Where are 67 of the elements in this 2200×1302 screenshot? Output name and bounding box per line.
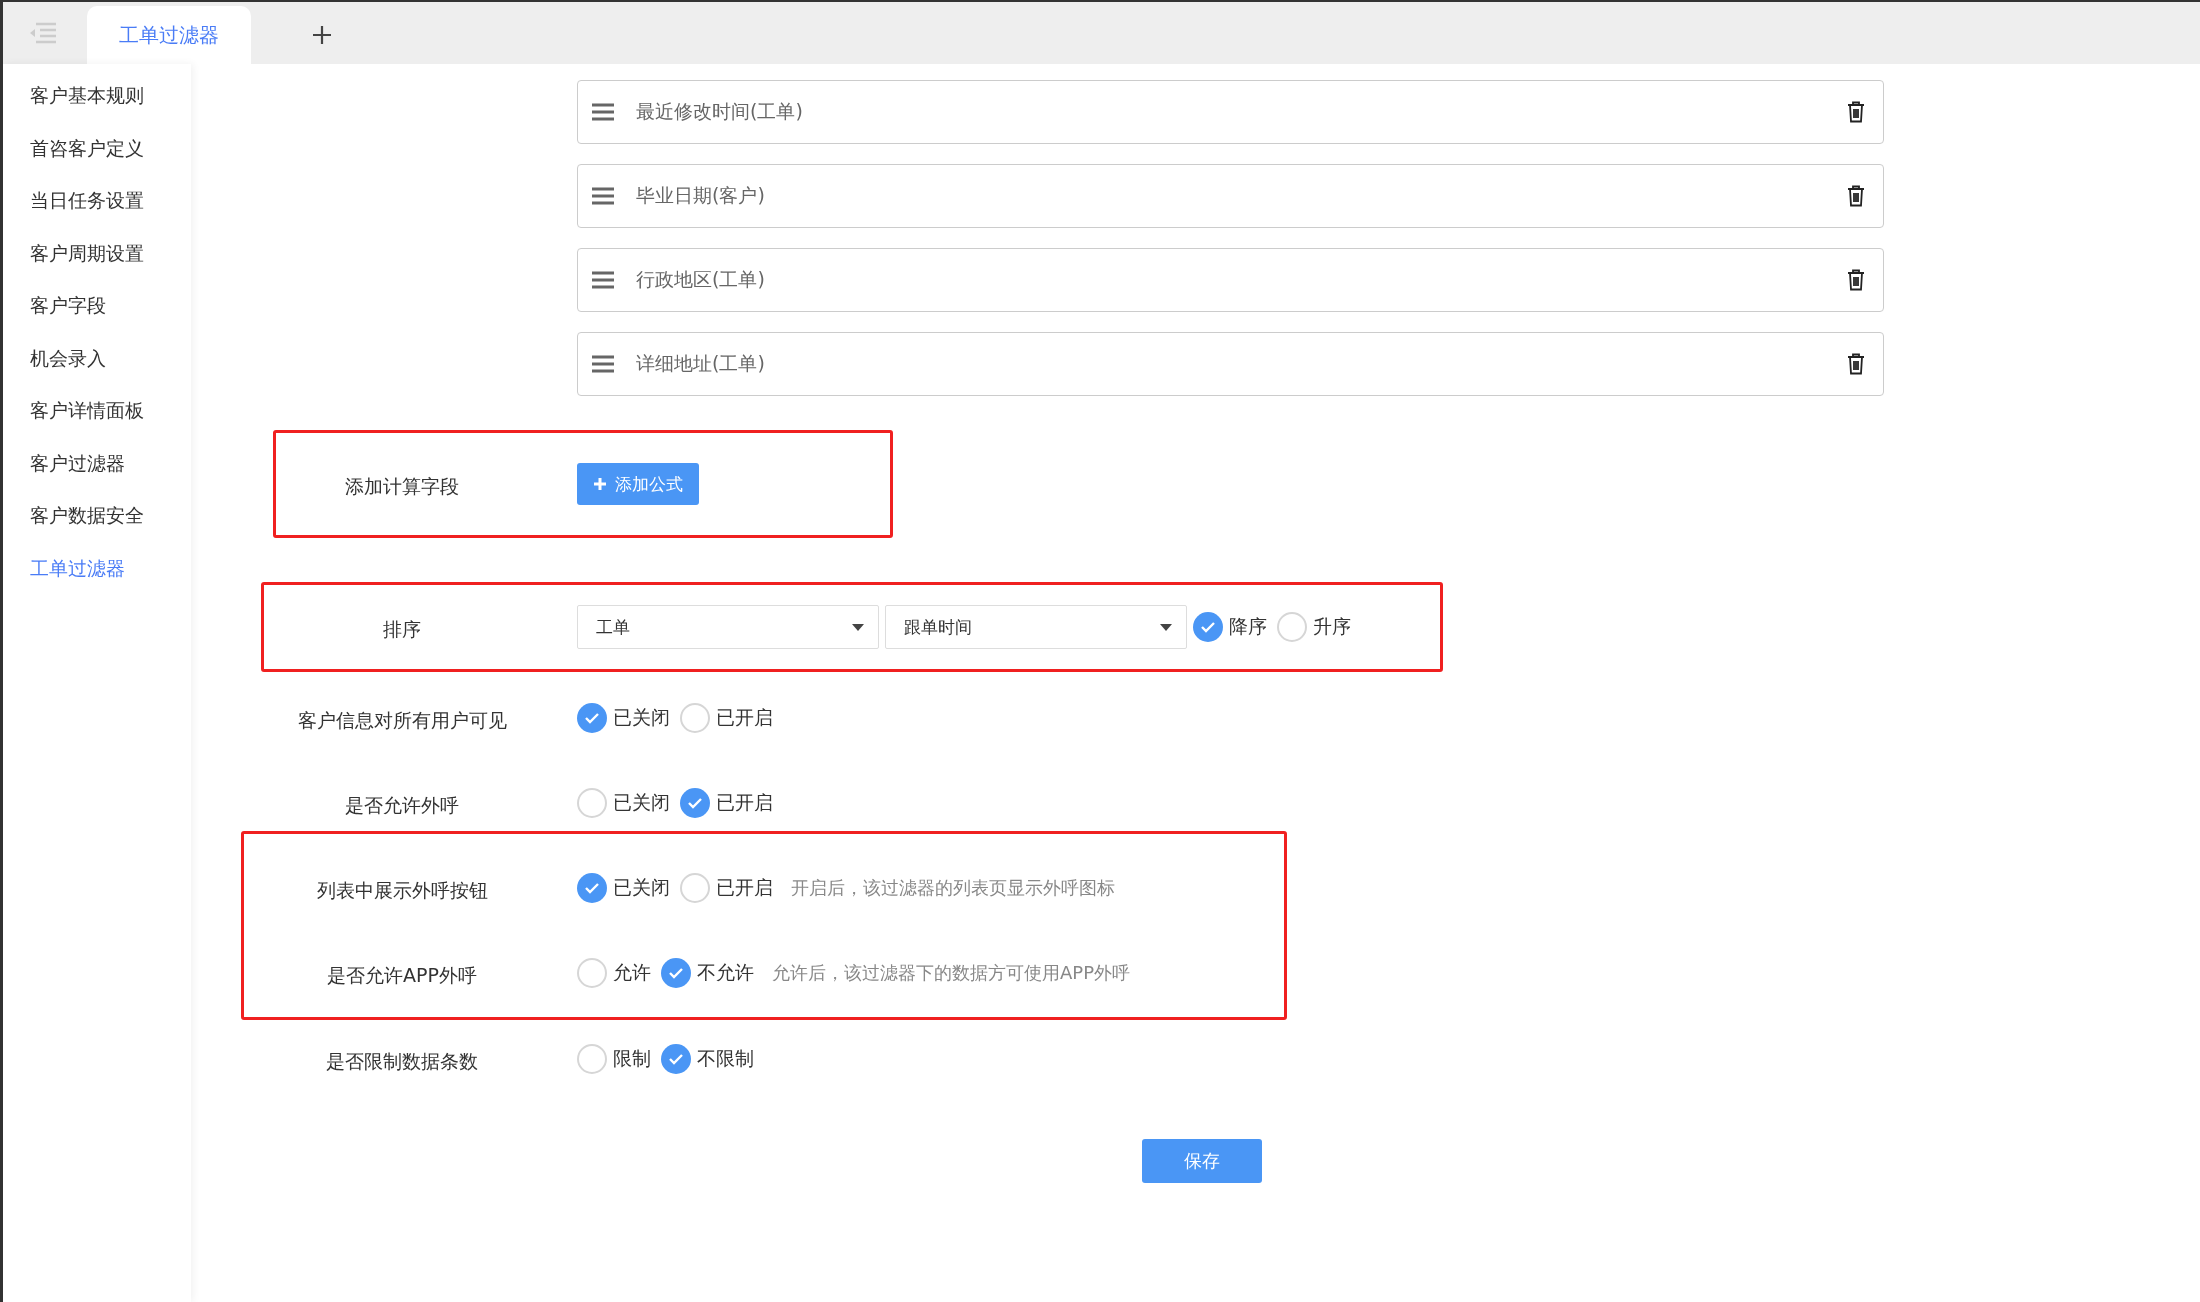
trash-icon[interactable] bbox=[1847, 269, 1865, 291]
drag-handle-icon[interactable] bbox=[592, 355, 614, 373]
sidebar-item[interactable]: 当日任务设置 bbox=[3, 175, 191, 228]
drag-handle-icon[interactable] bbox=[592, 271, 614, 289]
form-label: 添加计算字段 bbox=[344, 474, 460, 499]
sidebar-item[interactable]: 工单过滤器 bbox=[3, 542, 191, 595]
radio-button[interactable] bbox=[1277, 612, 1307, 642]
form-label: 客户信息对所有用户可见 bbox=[296, 708, 508, 733]
check-icon bbox=[584, 882, 600, 894]
trash-icon[interactable] bbox=[1847, 101, 1865, 123]
sidebar-item[interactable]: 客户基本规则 bbox=[3, 70, 191, 123]
caret-icon bbox=[852, 623, 864, 631]
radio-label: 限制 bbox=[613, 1046, 651, 1071]
sidebar-item[interactable]: 客户周期设置 bbox=[3, 227, 191, 280]
radio-label: 已关闭 bbox=[613, 875, 670, 900]
tab[interactable]: 工单过滤器 bbox=[87, 6, 251, 64]
radio-button[interactable] bbox=[577, 1044, 607, 1074]
check-icon bbox=[584, 712, 600, 724]
form-label: 是否允许外呼 bbox=[344, 793, 460, 818]
radio-button[interactable] bbox=[577, 958, 607, 988]
check-icon bbox=[668, 1053, 684, 1065]
sidebar-item[interactable]: 首咨客户定义 bbox=[3, 122, 191, 175]
check-icon bbox=[1200, 621, 1216, 633]
sidebar-item[interactable]: 机会录入 bbox=[3, 332, 191, 385]
field-name: 最近修改时间(工单) bbox=[636, 99, 804, 124]
trash-icon[interactable] bbox=[1847, 185, 1865, 207]
dropdown-select[interactable]: 跟单时间 bbox=[885, 605, 1187, 649]
radio-label: 允许 bbox=[613, 960, 651, 985]
dropdown-select[interactable]: 工单 bbox=[577, 605, 879, 649]
radio-label: 不限制 bbox=[697, 1046, 754, 1071]
caret-icon bbox=[1160, 623, 1172, 631]
plus-icon bbox=[593, 477, 607, 491]
form-label: 是否允许APP外呼 bbox=[326, 963, 478, 988]
field-name: 行政地区(工单) bbox=[636, 267, 766, 292]
form-label: 是否限制数据条数 bbox=[325, 1049, 479, 1074]
sidebar-item[interactable]: 客户过滤器 bbox=[3, 437, 191, 490]
check-icon bbox=[668, 967, 684, 979]
radio-button[interactable] bbox=[577, 873, 607, 903]
radio-label: 已开启 bbox=[716, 790, 773, 815]
drag-handle-icon[interactable] bbox=[592, 187, 614, 205]
radio-button[interactable] bbox=[661, 958, 691, 988]
sidebar-item[interactable]: 客户数据安全 bbox=[3, 490, 191, 543]
radio-label: 已关闭 bbox=[613, 790, 670, 815]
radio-label: 已开启 bbox=[716, 875, 773, 900]
drag-handle-icon[interactable] bbox=[592, 103, 614, 121]
trash-icon[interactable] bbox=[1847, 353, 1865, 375]
sidebar-item[interactable]: 客户字段 bbox=[3, 280, 191, 333]
field-name: 毕业日期(客户) bbox=[636, 183, 766, 208]
field-name: 详细地址(工单) bbox=[636, 351, 766, 376]
check-icon bbox=[687, 797, 703, 809]
radio-button[interactable] bbox=[680, 788, 710, 818]
hint-text: 允许后，该过滤器下的数据方可使用APP外呼 bbox=[772, 961, 1131, 985]
radio-label: 已开启 bbox=[716, 705, 773, 730]
radio-label: 升序 bbox=[1313, 614, 1351, 639]
radio-button[interactable] bbox=[680, 873, 710, 903]
radio-button[interactable] bbox=[680, 703, 710, 733]
hint-text: 开启后，该过滤器的列表页显示外呼图标 bbox=[791, 876, 1115, 900]
radio-button[interactable] bbox=[577, 788, 607, 818]
sidebar-item[interactable]: 客户详情面板 bbox=[3, 385, 191, 438]
radio-button[interactable] bbox=[1193, 612, 1223, 642]
form-label: 排序 bbox=[382, 617, 422, 642]
form-label: 列表中展示外呼按钮 bbox=[315, 878, 489, 903]
radio-label: 已关闭 bbox=[613, 705, 670, 730]
radio-button[interactable] bbox=[577, 703, 607, 733]
radio-label: 降序 bbox=[1229, 614, 1267, 639]
radio-button[interactable] bbox=[661, 1044, 691, 1074]
radio-label: 不允许 bbox=[697, 960, 754, 985]
